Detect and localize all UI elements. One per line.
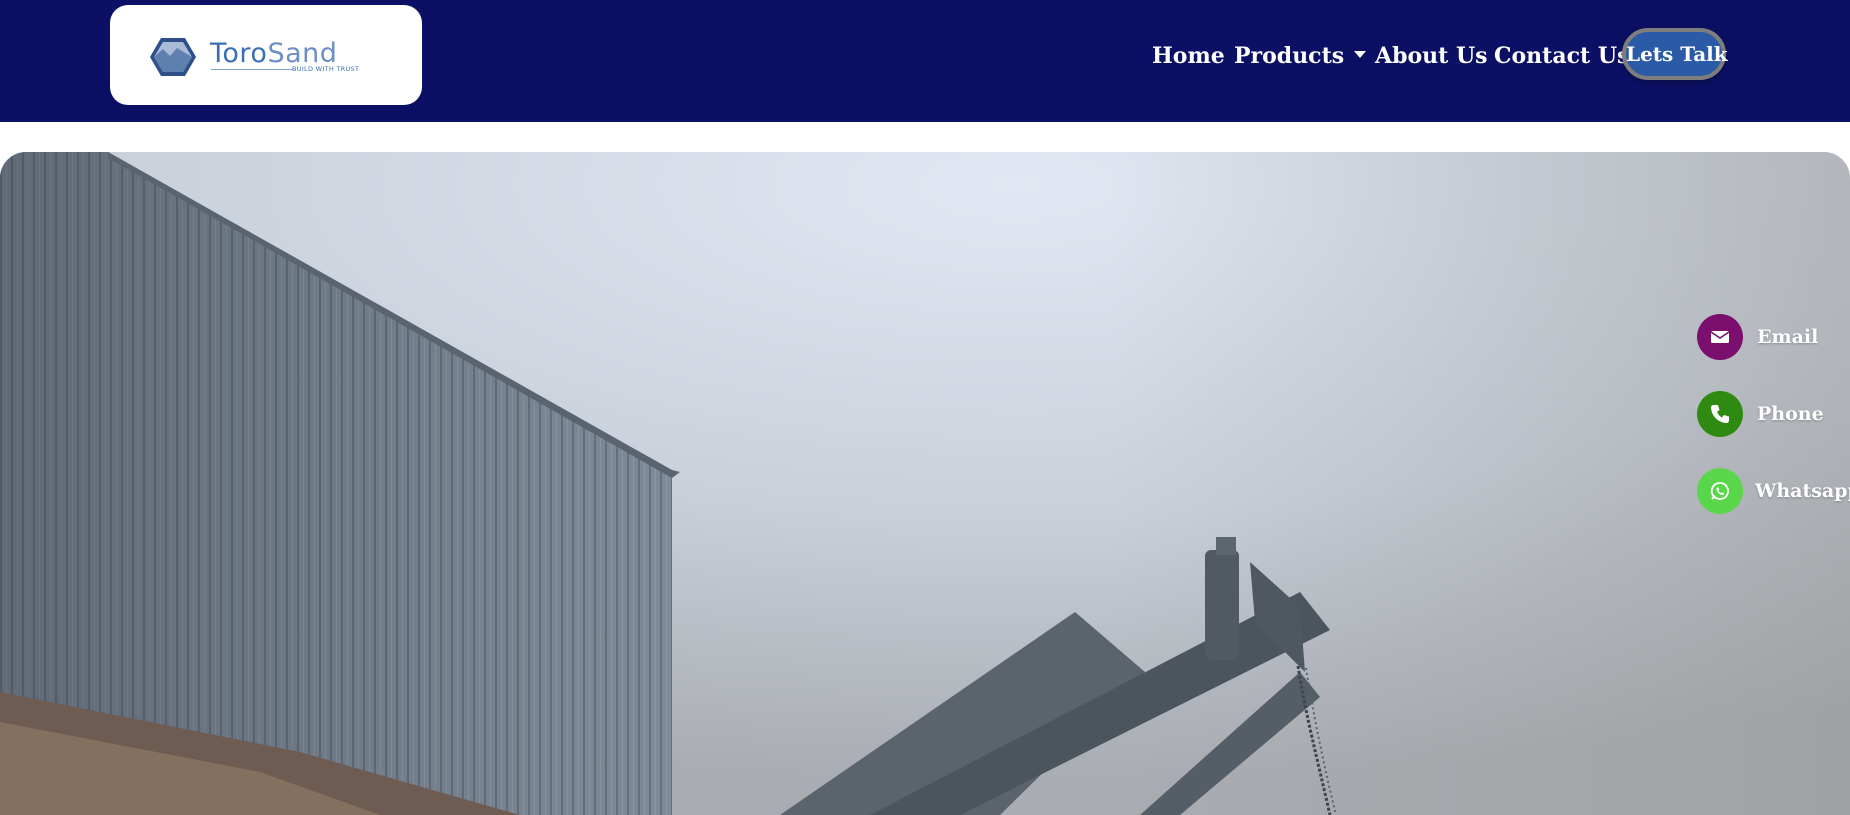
nav-products-dropdown[interactable]: Products: [1234, 40, 1367, 72]
brand-divider: [211, 69, 293, 70]
nav-contact-link[interactable]: Contact Us: [1494, 40, 1629, 72]
nav-about-link[interactable]: About Us: [1375, 40, 1488, 72]
phone-icon: [1711, 405, 1729, 423]
float-phone-label: Phone: [1757, 403, 1824, 425]
envelope-icon: [1710, 331, 1730, 343]
float-email-circle: [1697, 314, 1743, 360]
lets-talk-button[interactable]: Lets Talk: [1622, 28, 1728, 80]
brand-tagline: BUILD WITH TRUST: [292, 65, 360, 73]
brand-logo-link[interactable]: ToroSand BUILD WITH TRUST: [110, 5, 422, 105]
float-phone-circle: [1697, 391, 1743, 437]
chevron-down-icon: [1354, 51, 1367, 58]
whatsapp-icon: [1710, 482, 1729, 500]
float-whatsapp-label: Whatsapp: [1755, 480, 1850, 502]
hero-plant-image: [0, 152, 1850, 815]
navbar: ToroSand BUILD WITH TRUST Home Products …: [0, 0, 1850, 122]
hexagon-logo-icon: [150, 38, 196, 76]
hero-banner: Email Phone Whatsapp: [0, 152, 1850, 815]
float-email-label: Email: [1757, 326, 1819, 348]
float-whatsapp-circle: [1697, 468, 1743, 514]
brand-name-first: Toro: [210, 38, 268, 69]
nav-products-label: Products: [1234, 43, 1345, 69]
nav-home-link[interactable]: Home: [1152, 40, 1225, 72]
